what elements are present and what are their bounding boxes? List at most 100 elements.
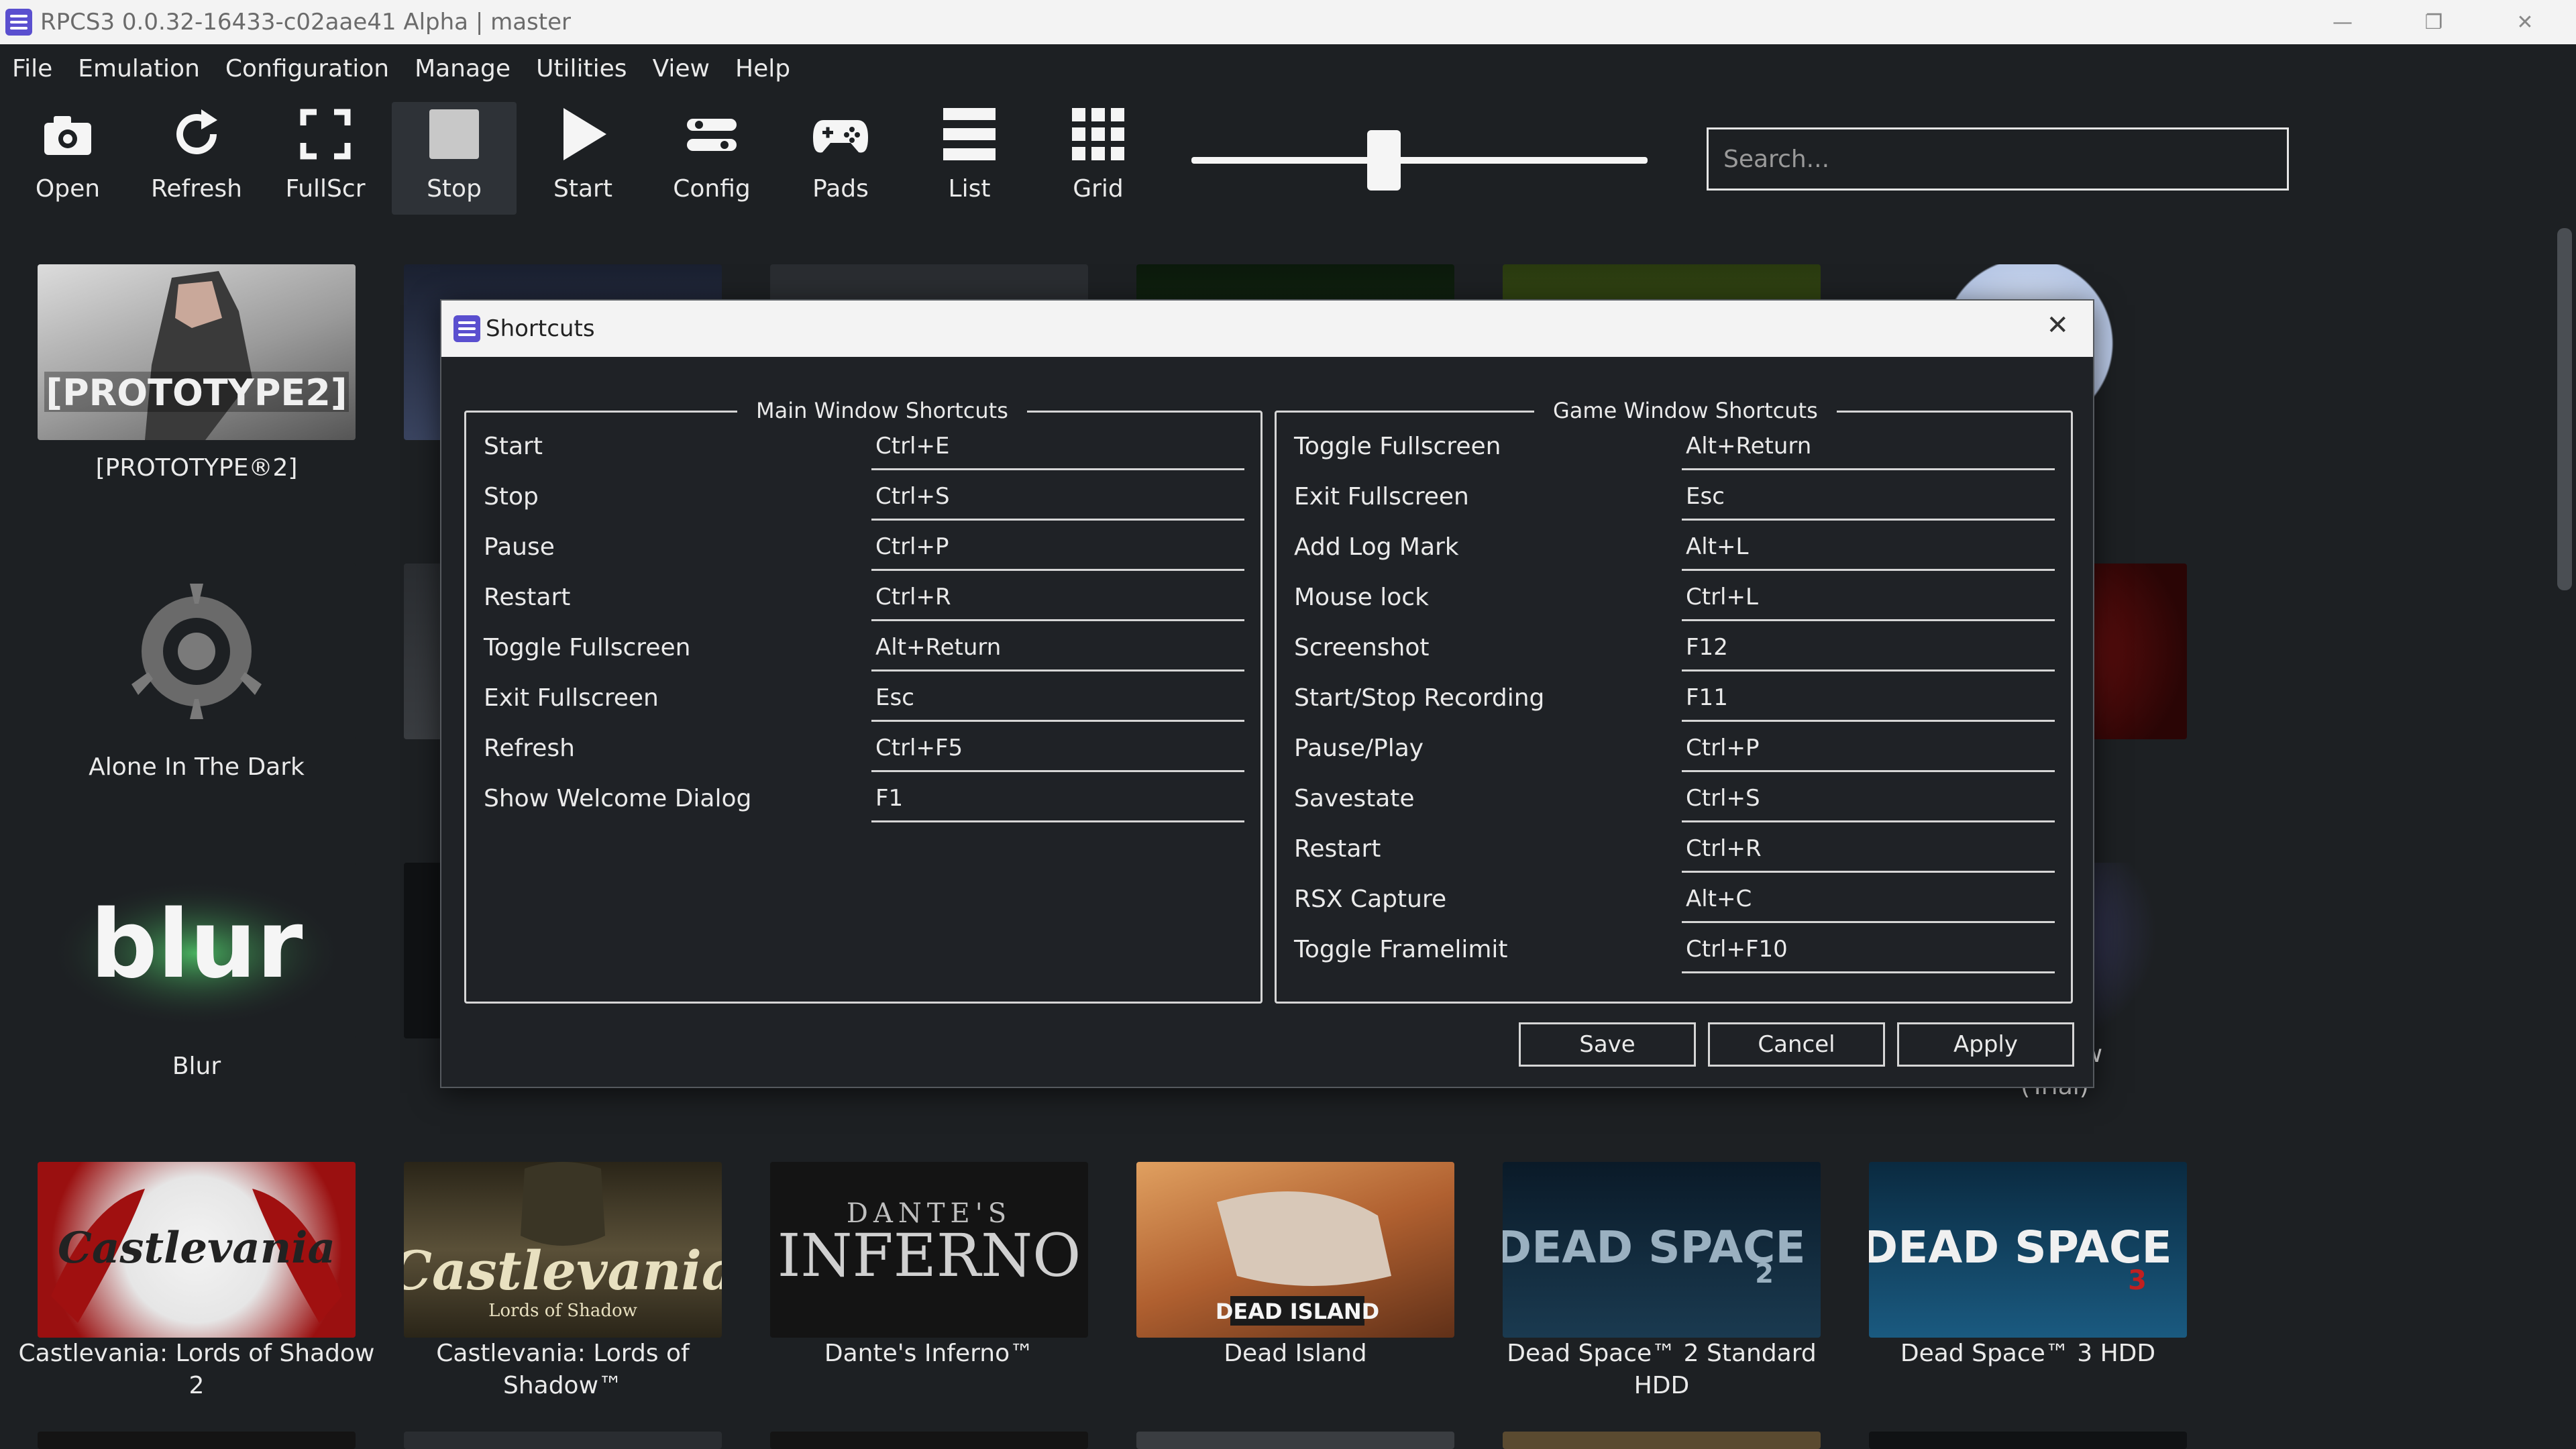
menu-configuration[interactable]: Configuration (225, 55, 389, 83)
stop-button[interactable]: Stop (392, 102, 517, 215)
cancel-button[interactable]: Cancel (1708, 1022, 1885, 1067)
shortcut-key-field[interactable]: Ctrl+R (1682, 835, 2055, 873)
game-cover[interactable] (404, 1432, 722, 1449)
game-cover[interactable] (1136, 1432, 1454, 1449)
menu-file[interactable]: File (12, 55, 52, 83)
shortcut-key-field[interactable]: F12 (1682, 634, 2055, 672)
dialog-title-bar: Shortcuts ✕ (441, 301, 2093, 357)
fullscreen-button[interactable]: FullScr (263, 102, 388, 215)
shortcut-key-field[interactable]: Alt+Return (871, 634, 1244, 672)
shortcut-key-field[interactable]: Ctrl+R (871, 584, 1244, 621)
grid-view-button[interactable]: Grid (1036, 102, 1161, 215)
game-title: Dead Space™ 3 HDD (1900, 1340, 2156, 1367)
pads-button[interactable]: Pads (778, 102, 903, 215)
menu-view[interactable]: View (653, 55, 710, 83)
shortcut-key-field[interactable]: Alt+Return (1682, 433, 2055, 470)
list-view-button[interactable]: List (907, 102, 1032, 215)
game-cover[interactable] (1869, 1432, 2187, 1449)
config-button[interactable]: Config (649, 102, 774, 215)
shortcut-row: Restart Ctrl+R (1277, 828, 2071, 879)
shortcut-row: Pause Ctrl+P (466, 527, 1260, 577)
game-title: Alone In The Dark (89, 753, 305, 781)
shortcut-key-field[interactable]: Ctrl+S (871, 483, 1244, 521)
main-window-shortcuts-group: Main Window Shortcuts Start Ctrl+E Stop Ctr… (464, 398, 1263, 1004)
close-icon[interactable]: ✕ (2046, 310, 2069, 341)
start-button[interactable]: Start (521, 102, 645, 215)
config-icon (687, 119, 737, 151)
refresh-button[interactable]: Refresh (134, 102, 259, 215)
minimize-button[interactable]: — (2297, 0, 2388, 44)
cover-title: [PROTOTYPE2] (46, 372, 347, 414)
game-title: Dante's Inferno™ (824, 1340, 1034, 1367)
game-cover: DEAD SPACE 3 (1869, 1162, 2187, 1338)
shortcut-key-field[interactable]: Ctrl+P (871, 533, 1244, 571)
shortcut-key-field[interactable]: Ctrl+S (1682, 785, 2055, 822)
shortcut-name: Exit Fullscreen (1294, 483, 1469, 511)
game-cover[interactable] (1503, 1432, 1821, 1449)
shortcut-key-field[interactable]: F11 (1682, 684, 2055, 722)
shortcut-key-field[interactable]: Alt+L (1682, 533, 2055, 571)
shortcut-row: RSX Capture Alt+C (1277, 879, 2071, 929)
open-button[interactable]: Open (5, 102, 130, 215)
shortcut-key-field[interactable]: F1 (871, 785, 1244, 822)
game-title: Blur (172, 1053, 221, 1080)
game-cover: Castlevania (38, 1162, 356, 1338)
zoom-slider-handle[interactable] (1367, 130, 1401, 191)
game-cover: [PROTOTYPE2] (38, 264, 356, 440)
refresh-icon (176, 109, 217, 154)
game-title: Dead Island (1224, 1340, 1367, 1367)
open-icon (44, 116, 91, 155)
game-title: Castlevania: Lords of Shadow 2 (18, 1340, 375, 1399)
shortcut-key-field[interactable]: Esc (871, 684, 1244, 722)
rpcs3-logo-icon (453, 315, 480, 342)
close-window-button[interactable]: ✕ (2479, 0, 2571, 44)
cover-number: 3 (2128, 1265, 2147, 1296)
menu-help[interactable]: Help (735, 55, 790, 83)
maximize-button[interactable]: ❐ (2388, 0, 2479, 44)
game-cover[interactable] (770, 1432, 1088, 1449)
shortcut-key-field[interactable]: Ctrl+F5 (871, 735, 1244, 772)
title-bar: RPCS3 0.0.32-16433-c02aae41 Alpha | mast… (0, 0, 2576, 44)
shortcut-name: Restart (484, 584, 571, 611)
search-input[interactable] (1707, 127, 2289, 191)
apply-button[interactable]: Apply (1897, 1022, 2074, 1067)
scrollbar-thumb[interactable] (2557, 228, 2572, 590)
shortcut-name: Toggle Fullscreen (1294, 433, 1501, 460)
shortcut-key-field[interactable]: Alt+C (1682, 885, 2055, 923)
shortcut-key-field[interactable]: Esc (1682, 483, 2055, 521)
menu-manage[interactable]: Manage (415, 55, 511, 83)
shortcut-row: Pause/Play Ctrl+P (1277, 728, 2071, 778)
menu-utilities[interactable]: Utilities (536, 55, 627, 83)
game-cover: blur (38, 863, 356, 1038)
shortcut-name: Toggle Framelimit (1294, 936, 1508, 963)
shortcut-key-field[interactable]: Ctrl+L (1682, 584, 2055, 621)
shortcut-key-field[interactable]: Ctrl+F10 (1682, 936, 2055, 973)
cover-title: Castlevania (58, 1223, 335, 1273)
cover-title: DEAD ISLAND (1216, 1299, 1379, 1324)
shortcut-name: Savestate (1294, 785, 1415, 812)
shortcut-name: Add Log Mark (1294, 533, 1459, 561)
game-cover: DEAD ISLAND (1136, 1162, 1454, 1338)
shortcut-row: Start/Stop Recording F11 (1277, 678, 2071, 728)
save-button[interactable]: Save (1519, 1022, 1696, 1067)
shortcut-row: Mouse lock Ctrl+L (1277, 577, 2071, 627)
cover-title: DEAD SPACE (1869, 1222, 2172, 1273)
shortcut-name: Refresh (484, 735, 575, 762)
stop-icon (429, 109, 479, 159)
menu-emulation[interactable]: Emulation (78, 55, 200, 83)
game-cover[interactable] (38, 1432, 356, 1449)
list-icon (943, 108, 996, 160)
shortcut-row: Show Welcome Dialog F1 (466, 778, 1260, 828)
play-icon (564, 108, 606, 160)
shortcut-name: Toggle Fullscreen (484, 634, 691, 661)
shortcut-key-field[interactable]: Ctrl+P (1682, 735, 2055, 772)
cover-subtitle: Lords of Shadow (488, 1301, 637, 1321)
vertical-scrollbar[interactable] (2552, 224, 2576, 1449)
shortcut-row: Restart Ctrl+R (466, 577, 1260, 627)
shortcut-name: Screenshot (1294, 634, 1430, 661)
zoom-slider[interactable] (1191, 157, 1648, 164)
dialog-title: Shortcuts (486, 315, 595, 342)
shortcut-key-field[interactable]: Ctrl+E (871, 433, 1244, 470)
game-title: Dead Space™ 2 Standard HDD (1507, 1340, 1817, 1399)
shortcut-name: RSX Capture (1294, 885, 1447, 913)
